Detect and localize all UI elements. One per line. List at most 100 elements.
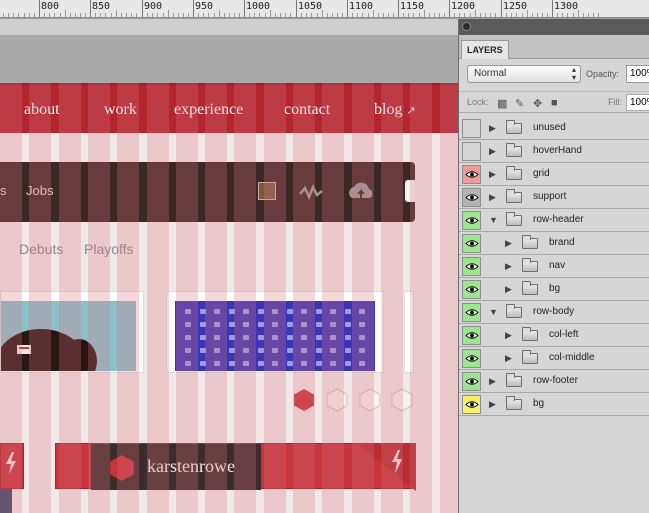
nav-about[interactable]: about xyxy=(24,101,60,119)
thumbnail-card-2[interactable] xyxy=(166,291,384,373)
layer-name: grid xyxy=(533,168,550,179)
layer-row[interactable]: ▼ row-body xyxy=(459,301,649,324)
blend-mode-select[interactable]: Normal ▴ ▾ xyxy=(467,65,581,83)
fill-input[interactable]: 100% xyxy=(626,94,649,111)
thumbnail-card-1[interactable] xyxy=(0,291,144,373)
glyph-icon xyxy=(286,335,293,340)
visibility-toggle[interactable] xyxy=(462,280,481,299)
visibility-toggle[interactable] xyxy=(462,257,481,276)
ruler-minor-tick xyxy=(583,13,584,17)
left-profile-panel xyxy=(0,443,24,489)
glyph-icon xyxy=(257,361,264,366)
layer-row[interactable]: ▶ grid xyxy=(459,163,649,186)
lightning-icon xyxy=(6,452,16,474)
tab-layers[interactable]: LAYERS xyxy=(461,40,509,59)
eye-icon xyxy=(464,281,479,299)
cloud-upload-icon[interactable] xyxy=(346,182,376,202)
visibility-toggle[interactable] xyxy=(462,142,481,161)
visibility-toggle[interactable] xyxy=(462,165,481,184)
lock-transparent-pixels-icon[interactable]: ▩ xyxy=(497,97,507,110)
thumbnail-card-3-edge[interactable] xyxy=(404,291,414,373)
layer-row[interactable]: ▶ row-footer xyxy=(459,370,649,393)
visibility-toggle[interactable] xyxy=(462,119,481,138)
ruler-minor-tick xyxy=(203,13,204,17)
opacity-input[interactable]: 100% xyxy=(626,65,649,83)
layer-row[interactable]: ▶ nav xyxy=(459,255,649,278)
expand-triangle-icon[interactable]: ▶ xyxy=(489,169,496,180)
expand-triangle-open-icon[interactable]: ▼ xyxy=(489,215,498,225)
layer-row[interactable]: ▶ hoverHand xyxy=(459,140,649,163)
layer-row[interactable]: ▶ brand xyxy=(459,232,649,255)
panel-close-icon[interactable] xyxy=(462,22,471,31)
glyph-icon xyxy=(243,309,249,314)
lock-all-icon[interactable]: ■ xyxy=(551,97,558,109)
avatar-icon[interactable] xyxy=(258,182,276,200)
layer-row[interactable]: ▼ row-header xyxy=(459,209,649,232)
panel-title-bar[interactable] xyxy=(459,19,649,35)
subnav-jobs[interactable]: Jobs xyxy=(26,183,53,198)
glyph-icon xyxy=(214,348,220,353)
expand-triangle-icon[interactable]: ▶ xyxy=(489,192,496,203)
visibility-toggle[interactable] xyxy=(462,303,481,322)
glyph-icon xyxy=(359,348,365,353)
username-badge[interactable]: karstenrowe xyxy=(91,444,261,490)
lock-image-pixels-icon[interactable]: ✎ xyxy=(515,97,524,110)
ruler-minor-tick xyxy=(429,13,430,17)
carousel-dot-2[interactable] xyxy=(325,388,349,412)
activity-icon[interactable] xyxy=(299,184,323,200)
expand-triangle-icon[interactable]: ▶ xyxy=(489,146,496,157)
carousel-dot-4[interactable] xyxy=(390,388,414,412)
horizontal-ruler[interactable]: 800 850 900 950 1000 1050 1100 1150 1200 1250 1300 xyxy=(0,0,649,18)
layer-row[interactable]: ▶ col-left xyxy=(459,324,649,347)
document-canvas[interactable]: about work experience contact blog ↗ s J… xyxy=(0,19,458,513)
carousel-dot-3[interactable] xyxy=(358,388,382,412)
ruler-label: 950 xyxy=(195,1,214,12)
expand-triangle-icon[interactable]: ▶ xyxy=(505,284,512,295)
visibility-toggle[interactable] xyxy=(462,349,481,368)
expand-triangle-icon[interactable]: ▶ xyxy=(489,399,496,410)
ruler-minor-tick xyxy=(352,13,353,17)
folder-icon xyxy=(506,373,522,387)
carousel-dot-1-active[interactable] xyxy=(292,388,316,412)
layer-row[interactable]: ▶ col-middle xyxy=(459,347,649,370)
expand-triangle-icon[interactable]: ▶ xyxy=(505,353,512,364)
layer-row[interactable]: ▶ bg xyxy=(459,278,649,301)
eye-icon xyxy=(464,327,479,345)
expand-triangle-icon[interactable]: ▶ xyxy=(489,123,496,134)
visibility-toggle[interactable] xyxy=(462,372,481,391)
visibility-toggle[interactable] xyxy=(462,326,481,345)
ruler-minor-tick xyxy=(24,13,25,17)
tab-playoffs[interactable]: Playoffs xyxy=(84,241,134,257)
ruler-minor-tick xyxy=(60,13,61,17)
nav-work[interactable]: work xyxy=(104,101,137,119)
visibility-toggle[interactable] xyxy=(462,234,481,253)
nav-blog[interactable]: blog ↗ xyxy=(374,101,416,119)
layer-row[interactable]: ▶ support xyxy=(459,186,649,209)
expand-triangle-icon[interactable]: ▶ xyxy=(505,330,512,341)
glyph-icon xyxy=(257,335,264,340)
glyph-icon xyxy=(344,322,351,327)
nav-blog-label: blog xyxy=(374,101,403,118)
expand-triangle-open-icon[interactable]: ▼ xyxy=(489,307,498,317)
ruler-minor-tick xyxy=(29,13,30,17)
ruler-minor-tick xyxy=(598,13,599,17)
tab-debuts[interactable]: Debuts xyxy=(19,241,63,257)
visibility-toggle[interactable] xyxy=(462,188,481,207)
expand-triangle-icon[interactable]: ▶ xyxy=(489,376,496,387)
layers-panel: LAYERS Normal ▴▾ Opacity: 100% Lock: ▩ ✎… xyxy=(458,19,649,513)
ruler-minor-tick xyxy=(178,13,179,17)
expand-triangle-icon[interactable]: ▶ xyxy=(505,238,512,249)
visibility-toggle[interactable] xyxy=(462,395,481,414)
glyph-icon xyxy=(315,348,322,353)
nav-experience[interactable]: experience xyxy=(174,101,243,119)
layer-name: bg xyxy=(533,398,545,409)
layer-row[interactable]: ▶ bg xyxy=(459,393,649,416)
ruler-minor-tick xyxy=(573,13,574,17)
subnav-edge-button[interactable] xyxy=(405,180,415,202)
expand-triangle-icon[interactable]: ▶ xyxy=(505,261,512,272)
nav-contact[interactable]: contact xyxy=(284,101,330,119)
ruler-label: 800 xyxy=(41,1,60,12)
lock-position-icon[interactable]: ✥ xyxy=(533,97,542,110)
visibility-toggle[interactable] xyxy=(462,211,481,230)
layer-row[interactable]: ▶ unused xyxy=(459,117,649,140)
